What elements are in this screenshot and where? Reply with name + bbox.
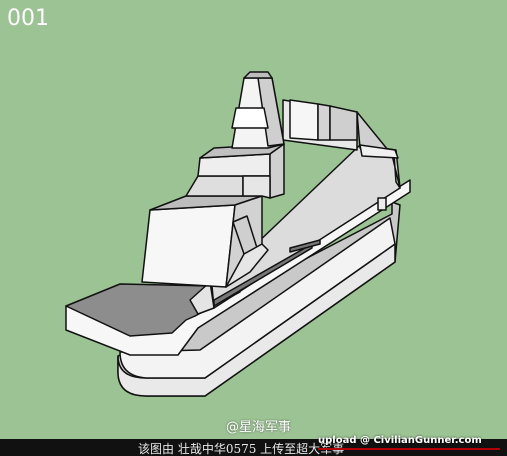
upload-watermark: upload @ CivilianGunner.com	[318, 435, 482, 446]
model-viewer-canvas: 001 @星海军事 该图由 壮哉中华0575 上传至超大军事 upload @ …	[0, 0, 507, 456]
upload-underline	[318, 448, 500, 450]
upload-credit-text: 该图由 壮哉中华0575 上传至超大军事	[138, 442, 345, 456]
weibo-watermark: @星海军事	[226, 420, 292, 435]
warship-3d-model	[65, 71, 411, 397]
